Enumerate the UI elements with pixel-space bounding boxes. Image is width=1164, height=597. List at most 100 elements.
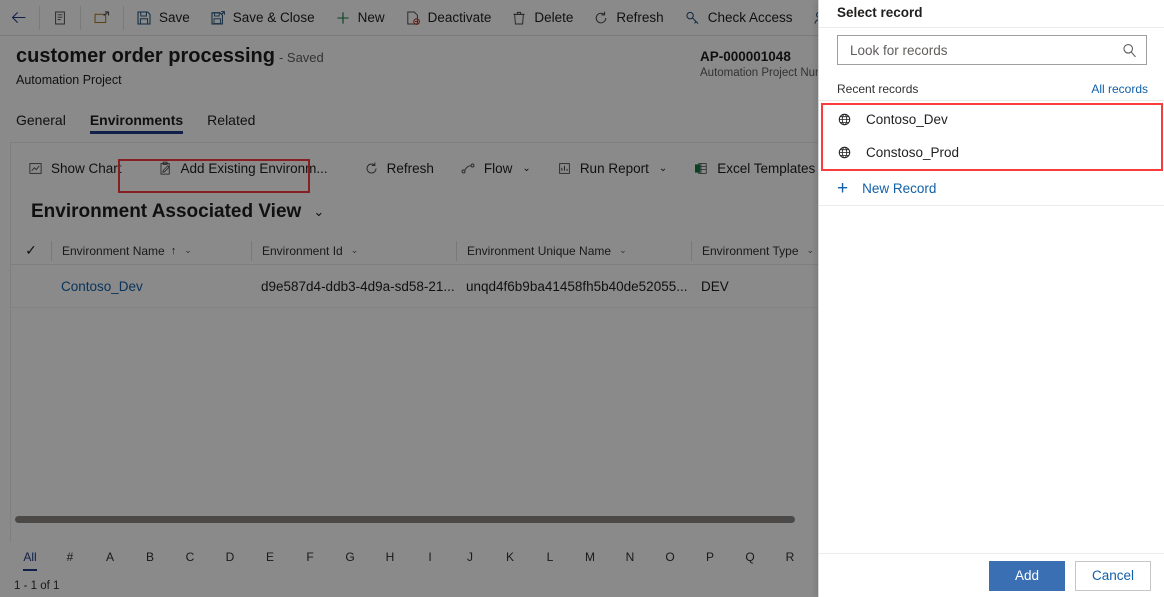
open-in-new-window-icon — [93, 10, 111, 26]
column-header-environment-name[interactable]: Environment Name ↑ ⌄ — [51, 241, 251, 261]
back-arrow-icon — [10, 9, 27, 26]
alpha-hash[interactable]: # — [50, 550, 90, 564]
chevron-down-icon[interactable]: ⌄ — [807, 245, 815, 256]
save-button[interactable]: Save — [126, 0, 200, 36]
report-icon — [557, 161, 572, 176]
new-button[interactable]: New — [325, 0, 395, 36]
tab-environments[interactable]: Environments — [78, 112, 195, 134]
column-label: Environment Id — [262, 244, 343, 258]
select-record-flyout: Select record Recent records All records… — [818, 0, 1164, 597]
column-header-environment-id[interactable]: Environment Id ⌄ — [251, 241, 456, 261]
tab-general[interactable]: General — [16, 112, 78, 134]
main-app-area: Save Save & Close New Deactivate — [0, 0, 820, 597]
show-chart-button[interactable]: Show Chart — [19, 152, 131, 184]
view-selector-label: Environment Associated View — [31, 201, 301, 223]
record-header: customer order processing- Saved Automat… — [0, 37, 820, 101]
refresh-button[interactable]: Refresh — [583, 0, 673, 36]
record-saved-state: - Saved — [279, 50, 324, 65]
record-search-box[interactable] — [837, 35, 1147, 65]
view-selector[interactable]: Environment Associated View ⌄ — [31, 201, 324, 223]
subgrid-command-bar: Show Chart Add Existing Environm... Refr… — [11, 143, 820, 193]
back-button[interactable] — [0, 0, 37, 36]
alpha-b[interactable]: B — [130, 550, 170, 564]
alpha-j[interactable]: J — [450, 550, 490, 564]
column-label: Environment Unique Name — [467, 244, 611, 258]
all-records-link[interactable]: All records — [1091, 82, 1148, 96]
list-item-label: Constoso_Prod — [866, 145, 959, 160]
record-title-text: customer order processing — [16, 45, 275, 67]
save-and-close-button[interactable]: Save & Close — [200, 0, 325, 36]
alpha-d[interactable]: D — [210, 550, 250, 564]
alpha-r[interactable]: R — [770, 550, 810, 564]
check-access-button[interactable]: Check Access — [674, 0, 803, 36]
deactivate-button[interactable]: Deactivate — [395, 0, 502, 36]
page-title: customer order processing - Saved — [16, 45, 324, 68]
recent-records-list: Contoso_Dev Constoso_Prod — [819, 103, 1164, 169]
plus-icon — [335, 10, 351, 26]
alpha-p[interactable]: P — [690, 550, 730, 564]
run-report-label: Run Report — [580, 161, 649, 176]
cancel-button[interactable]: Cancel — [1075, 561, 1151, 591]
chevron-down-icon[interactable]: ⌄ — [184, 245, 192, 256]
cell-environment-name[interactable]: Contoso_Dev — [51, 279, 251, 294]
horizontal-scrollbar-thumb[interactable] — [15, 516, 795, 523]
search-input[interactable] — [848, 42, 1121, 59]
flyout-divider — [819, 100, 1164, 101]
chevron-down-icon[interactable]: ⌄ — [619, 245, 627, 256]
alpha-a[interactable]: A — [90, 550, 130, 564]
column-header-environment-unique-name[interactable]: Environment Unique Name ⌄ — [456, 241, 691, 261]
alpha-g[interactable]: G — [330, 550, 370, 564]
alpha-l[interactable]: L — [530, 550, 570, 564]
alphabet-filter-bar: All # A B C D E F G H I J K L M N O P Q … — [10, 542, 820, 572]
alpha-i[interactable]: I — [410, 550, 450, 564]
command-separator — [123, 6, 124, 30]
flyout-title-divider — [819, 27, 1164, 28]
chart-icon — [28, 161, 43, 176]
open-in-new-window-button[interactable] — [83, 0, 121, 36]
tab-related[interactable]: Related — [195, 112, 267, 134]
cell-environment-id: d9e587d4-ddb3-4d9a-sd58-21... — [251, 279, 456, 294]
screen-root: Save Save & Close New Deactivate — [0, 0, 1164, 597]
sort-ascending-icon: ↑ — [171, 245, 177, 257]
flyout-title: Select record — [837, 5, 923, 20]
environments-subgrid: Show Chart Add Existing Environm... Refr… — [10, 142, 820, 542]
chevron-down-icon: ⌄ — [522, 163, 530, 174]
alpha-all[interactable]: All — [10, 550, 50, 564]
table-row[interactable]: Contoso_Dev d9e587d4-ddb3-4d9a-sd58-21..… — [11, 266, 820, 308]
alpha-h[interactable]: H — [370, 550, 410, 564]
run-report-button[interactable]: Run Report ⌄ — [548, 152, 676, 184]
new-record-button[interactable]: + New Record — [819, 174, 1164, 202]
flow-button[interactable]: Flow ⌄ — [451, 152, 540, 184]
add-button[interactable]: Add — [989, 561, 1065, 591]
alpha-m[interactable]: M — [570, 550, 610, 564]
add-existing-environment-button[interactable]: Add Existing Environm... — [149, 152, 337, 184]
save-label: Save — [159, 10, 190, 25]
trash-icon — [511, 10, 527, 26]
column-header-environment-type[interactable]: Environment Type ⌄ — [691, 241, 820, 261]
delete-button[interactable]: Delete — [501, 0, 583, 36]
alpha-o[interactable]: O — [650, 550, 690, 564]
select-all-checkbox[interactable]: ✓ — [11, 242, 51, 259]
alpha-n[interactable]: N — [610, 550, 650, 564]
delete-label: Delete — [534, 10, 573, 25]
chevron-down-icon[interactable]: ⌄ — [351, 245, 359, 256]
alpha-q[interactable]: Q — [730, 550, 770, 564]
key-icon — [684, 10, 701, 26]
grid-header-row: ✓ Environment Name ↑ ⌄ Environment Id ⌄ … — [11, 237, 820, 265]
search-icon[interactable] — [1121, 42, 1138, 59]
horizontal-scrollbar[interactable] — [11, 512, 820, 526]
alpha-f[interactable]: F — [290, 550, 330, 564]
flyout-divider-bottom — [819, 205, 1164, 206]
alpha-c[interactable]: C — [170, 550, 210, 564]
alpha-e[interactable]: E — [250, 550, 290, 564]
subgrid-refresh-button[interactable]: Refresh — [355, 152, 443, 184]
excel-templates-button[interactable]: Excel Templates ⌄ — [684, 152, 820, 184]
save-icon — [136, 10, 152, 26]
command-separator — [80, 6, 81, 30]
list-item[interactable]: Constoso_Prod — [819, 136, 1164, 169]
new-record-label: New Record — [862, 181, 936, 196]
top-command-bar: Save Save & Close New Deactivate — [0, 0, 820, 36]
alpha-k[interactable]: K — [490, 550, 530, 564]
list-item[interactable]: Contoso_Dev — [819, 103, 1164, 136]
form-selector-button[interactable] — [42, 0, 78, 36]
